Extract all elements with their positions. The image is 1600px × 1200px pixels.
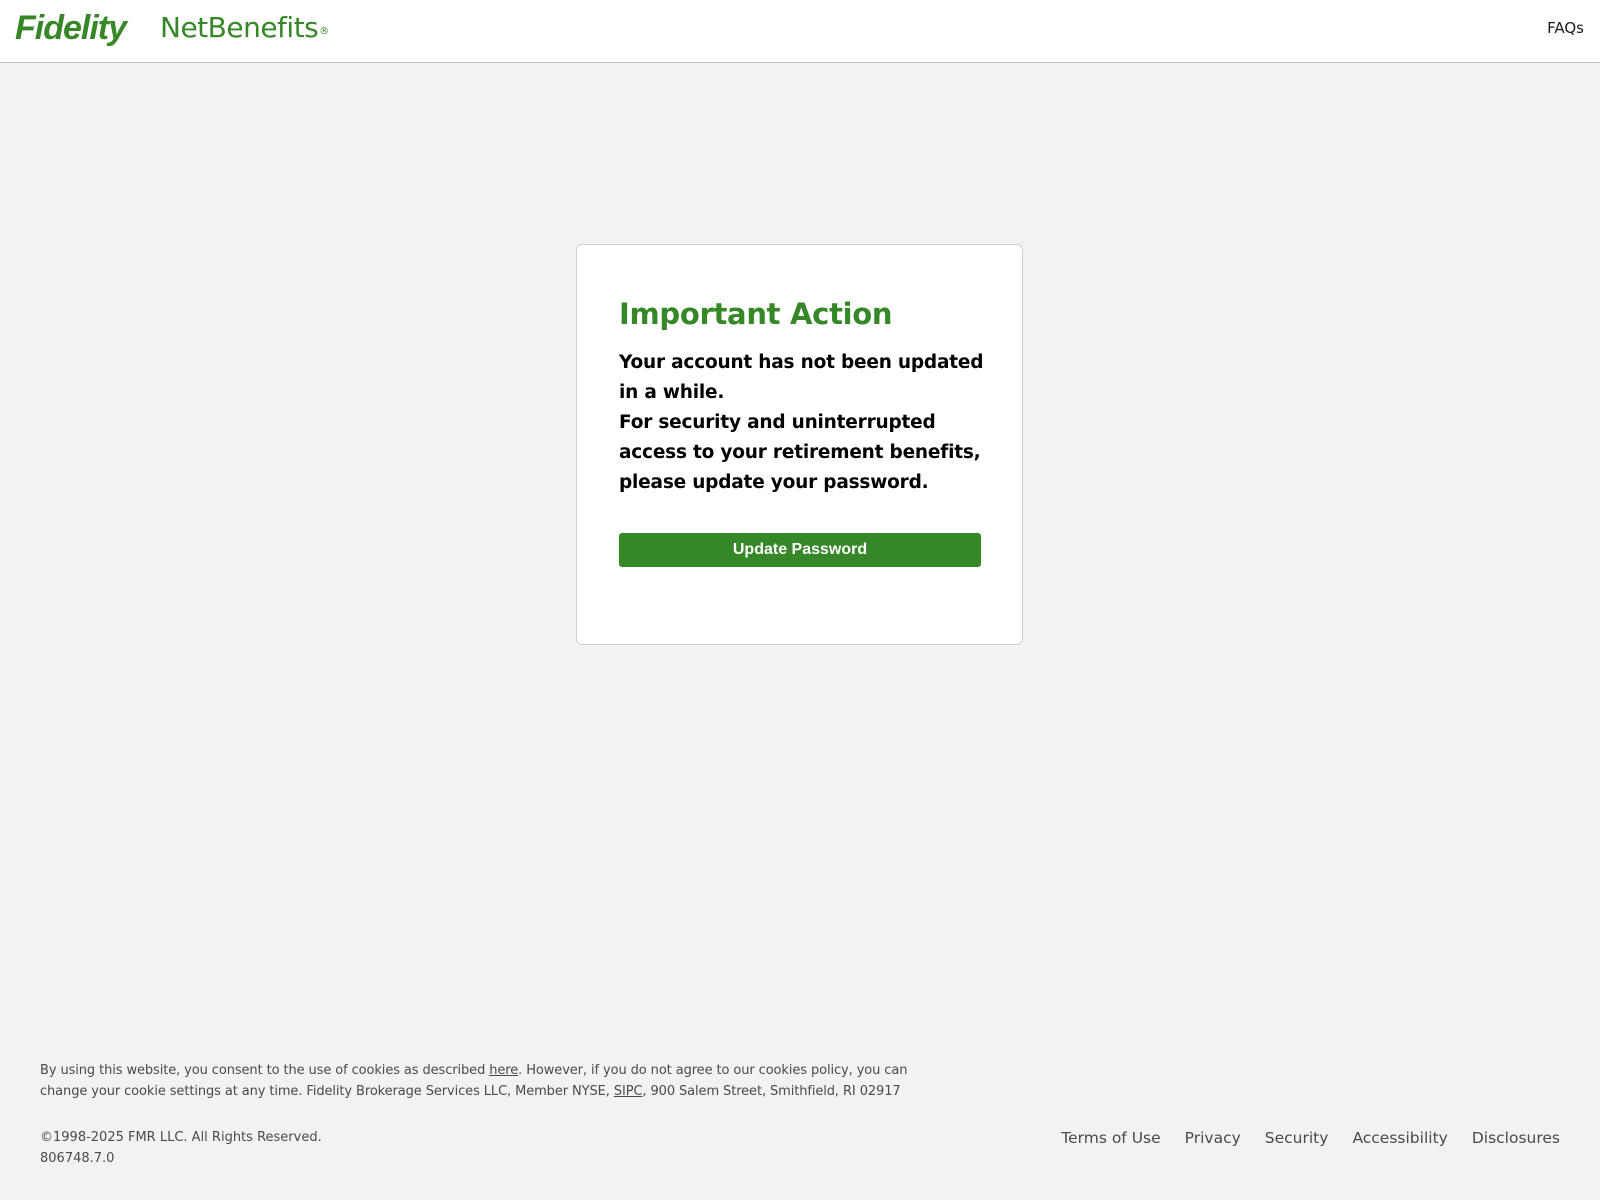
footer-copyright: ©1998-2025 FMR LLC. All Rights Reserved.… [40,1127,322,1169]
card-message-line-1: Your account has not been updated in a w… [619,352,984,403]
accessibility-link[interactable]: Accessibility [1352,1129,1447,1147]
registered-mark: ® [319,26,329,37]
fidelity-logo[interactable]: Fidelity [15,8,127,48]
cookies-here-link[interactable]: here [489,1063,518,1078]
card-message-line-2: For security and uninterrupted access to… [619,412,981,493]
card-message: Your account has not been updated in a w… [619,348,989,498]
netbenefits-logo-text: NetBenefits [160,11,319,44]
security-link[interactable]: Security [1265,1129,1329,1147]
sipc-link[interactable]: SIPC [614,1084,643,1099]
cookie-consent-text: By using this website, you consent to th… [40,1060,920,1102]
important-action-card: Important Action Your account has not be… [576,244,1023,645]
update-password-button[interactable]: Update Password [619,533,981,567]
version-text: 806748.7.0 [40,1151,115,1166]
consent-suffix: , 900 Salem Street, Smithfield, RI 02917 [642,1084,901,1099]
copyright-text: ©1998-2025 FMR LLC. All Rights Reserved. [40,1130,322,1145]
disclosures-link[interactable]: Disclosures [1472,1129,1560,1147]
footer-links: Terms of Use Privacy Security Accessibil… [1061,1129,1560,1147]
card-title: Important Action [619,297,893,331]
faqs-link[interactable]: FAQs [1547,19,1584,37]
netbenefits-logo: NetBenefits® [160,10,329,46]
privacy-link[interactable]: Privacy [1185,1129,1241,1147]
terms-of-use-link[interactable]: Terms of Use [1061,1129,1160,1147]
consent-prefix: By using this website, you consent to th… [40,1063,490,1078]
top-header: Fidelity NetBenefits® FAQs [0,0,1600,63]
